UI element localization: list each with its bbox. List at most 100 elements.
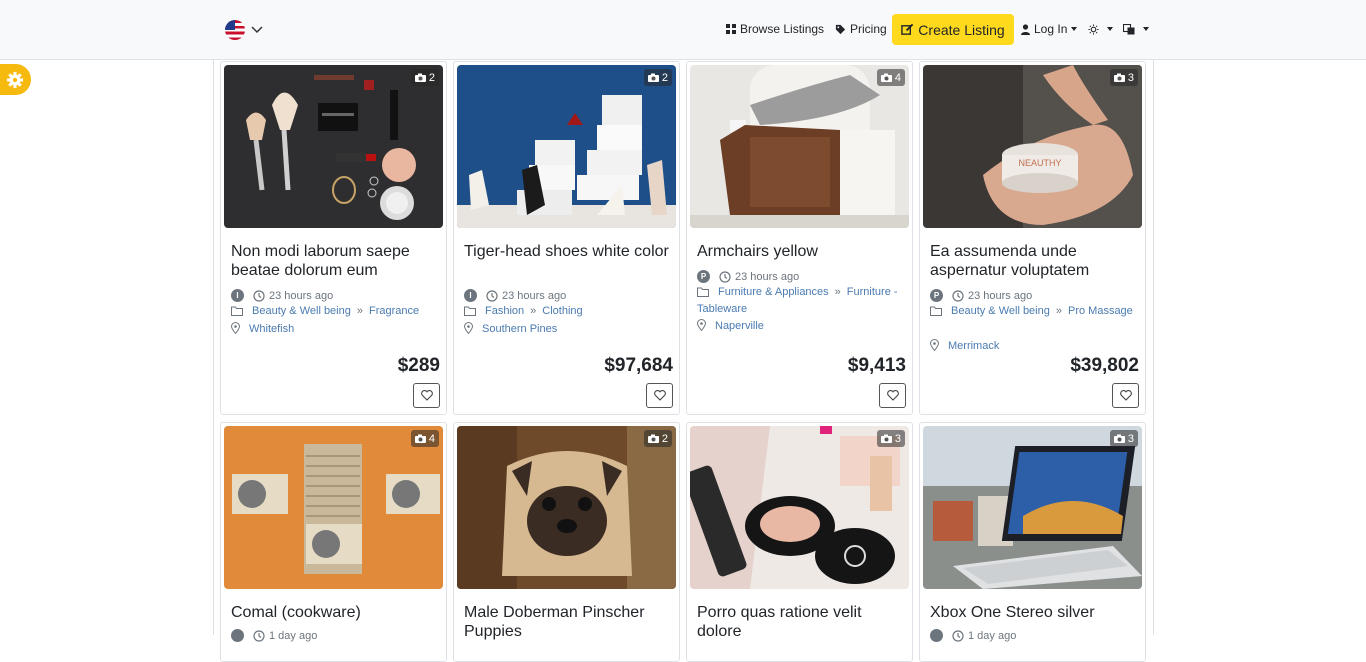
- login-dropdown[interactable]: Log In: [1021, 20, 1078, 38]
- posted-time: 23 hours ago: [502, 289, 567, 302]
- edit-icon: [901, 23, 914, 35]
- folder-icon: [930, 306, 942, 316]
- listing-meta: I 23 hours ago: [464, 289, 674, 302]
- listing-image[interactable]: NEAUTHY 3: [923, 65, 1142, 228]
- settings-gear-button[interactable]: [0, 64, 31, 95]
- listing-card[interactable]: 4 Armchairs yellow P 23 hours ago Furnit…: [686, 61, 913, 415]
- browse-listings-link[interactable]: Browse Listings: [726, 20, 824, 38]
- listing-card[interactable]: 3 Porro quas ratione velit dolore: [686, 422, 913, 662]
- listing-title[interactable]: Tiger-head shoes white color: [464, 242, 671, 261]
- location-link[interactable]: Naperville: [715, 320, 764, 332]
- category-breadcrumb: Furniture & Appliances» Furniture - Table…: [697, 286, 898, 315]
- listing-card[interactable]: 2 Non modi laborum saepe beatae dolorum …: [220, 61, 447, 415]
- pricing-link[interactable]: Pricing: [835, 20, 887, 38]
- listing-image[interactable]: 2: [457, 426, 676, 589]
- subcategory-link[interactable]: Pro Massage: [1068, 305, 1133, 317]
- posted-time: 1 day ago: [269, 629, 318, 642]
- avatar[interactable]: I: [464, 289, 477, 302]
- folder-icon: [697, 287, 709, 297]
- posted-time: 23 hours ago: [269, 289, 334, 302]
- photo-count: 2: [661, 432, 668, 445]
- clock-icon: [253, 629, 265, 642]
- avatar[interactable]: [231, 629, 244, 642]
- listing-image[interactable]: 2: [224, 65, 443, 228]
- chevron-down-icon[interactable]: [250, 22, 264, 36]
- location: Naperville: [697, 319, 764, 332]
- photo-count-badge: 3: [1109, 430, 1138, 447]
- photo-count: 3: [1127, 432, 1134, 445]
- photo-count: 3: [894, 432, 901, 445]
- theme-dropdown[interactable]: [1088, 20, 1113, 38]
- tag-icon: [835, 24, 846, 34]
- favorite-button[interactable]: [646, 383, 673, 408]
- listing-meta: 1 day ago: [930, 629, 1140, 642]
- browse-listings-label: Browse Listings: [740, 22, 825, 36]
- listing-image[interactable]: 2: [457, 65, 676, 228]
- listing-title[interactable]: Male Doberman Pinscher Puppies: [464, 603, 671, 641]
- listing-card[interactable]: 2 Male Doberman Pinscher Puppies: [453, 422, 680, 662]
- listing-title[interactable]: Ea assumenda unde aspernatur voluptatem: [930, 242, 1137, 280]
- listing-meta: 1 day ago: [231, 629, 441, 642]
- location-link[interactable]: Merrimack: [948, 340, 999, 352]
- avatar[interactable]: P: [697, 270, 710, 283]
- user-icon: [1021, 23, 1030, 35]
- sun-icon: [1088, 23, 1099, 35]
- listing-image[interactable]: 4: [690, 65, 909, 228]
- create-listing-label: Create Listing: [918, 21, 1005, 38]
- clock-icon: [486, 289, 498, 302]
- listing-price: $9,413: [847, 355, 906, 376]
- category-link[interactable]: Fashion: [485, 305, 524, 317]
- camera-icon: [647, 73, 659, 82]
- navbar: Browse Listings Pricing Create Listing L…: [0, 0, 1366, 60]
- avatar[interactable]: P: [930, 289, 943, 302]
- favorite-button[interactable]: [1112, 383, 1139, 408]
- location: Merrimack: [930, 339, 999, 352]
- listing-card[interactable]: 4 Comal (cookware) 1 day ago: [220, 422, 447, 662]
- listing-meta: P 23 hours ago: [697, 270, 907, 283]
- subcategory-link[interactable]: Fragrance: [369, 305, 419, 317]
- photo-count: 3: [1127, 71, 1134, 84]
- listing-title[interactable]: Non modi laborum saepe beatae dolorum eu…: [231, 242, 438, 280]
- listing-image[interactable]: 4: [224, 426, 443, 589]
- listing-price: $97,684: [604, 355, 673, 376]
- camera-icon: [880, 73, 892, 82]
- listing-meta: P 23 hours ago: [930, 289, 1140, 302]
- listing-title[interactable]: Porro quas ratione velit dolore: [697, 603, 904, 641]
- favorite-button[interactable]: [413, 383, 440, 408]
- grid-icon: [726, 24, 736, 34]
- listing-title[interactable]: Armchairs yellow: [697, 242, 904, 261]
- map-pin-icon: [697, 319, 706, 331]
- pricing-label: Pricing: [850, 22, 887, 36]
- avatar[interactable]: [930, 629, 943, 642]
- create-listing-button[interactable]: Create Listing: [892, 14, 1014, 45]
- us-flag-icon[interactable]: [225, 20, 245, 40]
- category-link[interactable]: Beauty & Well being: [951, 305, 1050, 317]
- camera-icon: [880, 434, 892, 443]
- category-breadcrumb: Beauty & Well being» Pro Massage: [930, 303, 1140, 320]
- category-link[interactable]: Beauty & Well being: [252, 305, 351, 317]
- heart-icon: [1119, 390, 1132, 401]
- location: Southern Pines: [464, 322, 557, 335]
- subcategory-link[interactable]: Clothing: [542, 305, 582, 317]
- category-breadcrumb: Beauty & Well being» Fragrance: [231, 303, 441, 320]
- camera-icon: [414, 73, 426, 82]
- location-link[interactable]: Whitefish: [249, 323, 294, 335]
- listing-image[interactable]: 3: [923, 426, 1142, 589]
- listing-card[interactable]: NEAUTHY 3 Ea assumenda unde aspernatur v…: [919, 61, 1146, 415]
- category-link[interactable]: Furniture & Appliances: [718, 286, 829, 298]
- listing-card[interactable]: 2 Tiger-head shoes white color I 23 hour…: [453, 61, 680, 415]
- listing-card[interactable]: 3 Xbox One Stereo silver 1 day ago: [919, 422, 1146, 662]
- translate-icon: [1123, 23, 1135, 34]
- location: Whitefish: [231, 322, 294, 335]
- svg-text:NEAUTHY: NEAUTHY: [1018, 158, 1061, 168]
- listing-title[interactable]: Comal (cookware): [231, 603, 438, 622]
- location-link[interactable]: Southern Pines: [482, 323, 557, 335]
- listing-image[interactable]: 3: [690, 426, 909, 589]
- photo-count-badge: 2: [410, 69, 439, 86]
- language-dropdown[interactable]: [1123, 20, 1149, 38]
- favorite-button[interactable]: [879, 383, 906, 408]
- avatar[interactable]: I: [231, 289, 244, 302]
- camera-icon: [1113, 73, 1125, 82]
- folder-icon: [231, 306, 243, 316]
- listing-title[interactable]: Xbox One Stereo silver: [930, 603, 1137, 622]
